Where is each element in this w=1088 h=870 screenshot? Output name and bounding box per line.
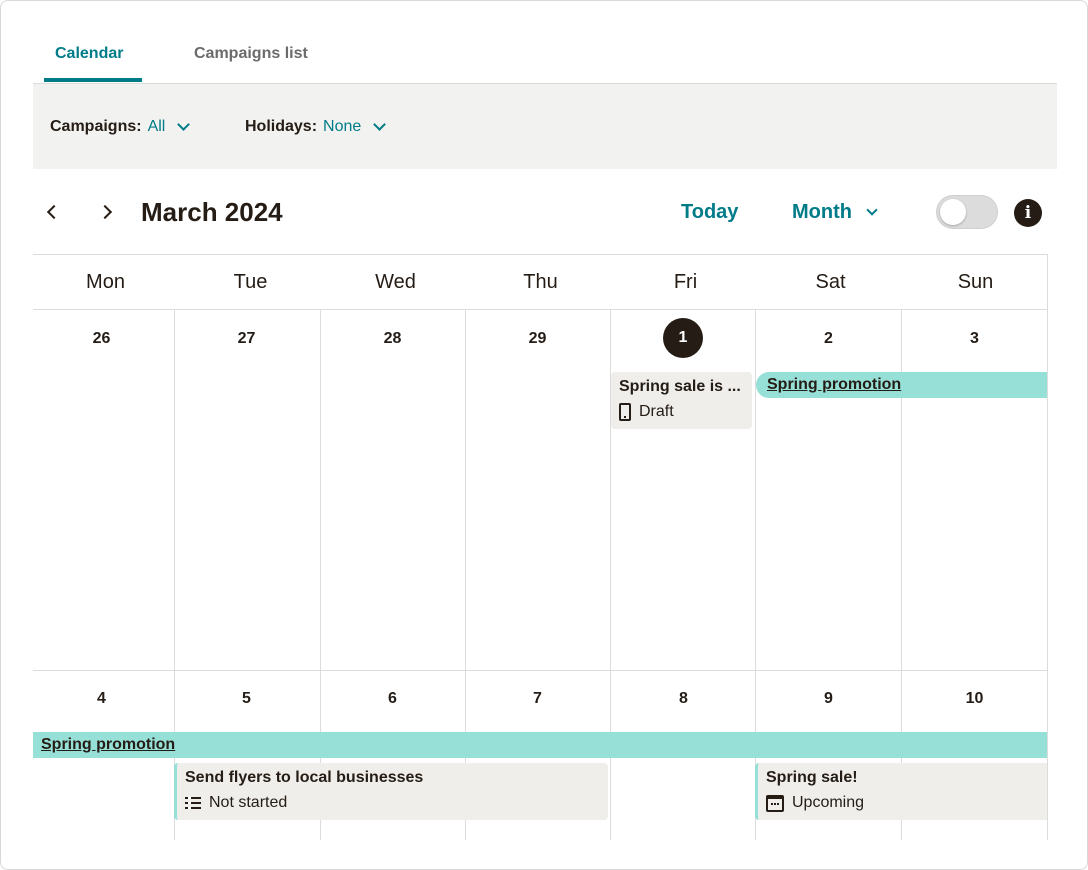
- campaign-status: Not started: [185, 794, 600, 812]
- weekday-sun: Sun: [957, 271, 994, 293]
- campaign-bar-label: Spring promotion: [767, 376, 902, 393]
- holidays-filter-value: None: [323, 118, 362, 135]
- today-day-number[interactable]: 1: [663, 318, 703, 358]
- holidays-filter-label: Holidays:: [245, 118, 318, 135]
- campaign-status-label: Not started: [209, 794, 288, 811]
- view-selector-label: Month: [792, 201, 852, 223]
- day-number[interactable]: 3: [902, 330, 1047, 348]
- weekday-header-row: Mon Tue Wed Thu Fri Sat Sun: [33, 255, 1047, 310]
- campaign-calendar-panel: Calendar Campaigns list Campaigns: All H…: [0, 0, 1088, 870]
- day-number[interactable]: 5: [174, 690, 319, 708]
- weekday-thu: Thu: [523, 271, 558, 293]
- campaign-status-label: Draft: [639, 403, 674, 420]
- campaign-card-spring-sale[interactable]: Spring sale! Upcoming: [755, 763, 1047, 820]
- weekday-fri: Fri: [673, 271, 698, 293]
- day-number[interactable]: 7: [465, 690, 610, 708]
- today-button[interactable]: Today: [681, 201, 738, 224]
- day-number[interactable]: 27: [174, 330, 319, 348]
- day-divider: [174, 310, 175, 840]
- next-month-button[interactable]: [95, 200, 119, 224]
- weekday-tue: Tue: [233, 271, 268, 293]
- campaign-bar-label: Spring promotion: [41, 736, 176, 753]
- calendar-icon: [766, 794, 784, 812]
- campaigns-filter-dropdown[interactable]: Campaigns: All: [50, 118, 191, 136]
- campaigns-filter-label: Campaigns:: [50, 118, 142, 135]
- weekday-sat: Sat: [815, 271, 846, 293]
- campaign-title: Spring sale is ...: [619, 378, 741, 395]
- chevron-down-icon: [177, 118, 191, 131]
- chevron-down-icon: [866, 204, 878, 216]
- day-number[interactable]: 6: [320, 690, 465, 708]
- list-icon: [185, 796, 201, 810]
- campaign-title: Send flyers to local businesses: [185, 769, 424, 786]
- chevron-down-icon: [373, 118, 387, 131]
- tab-calendar[interactable]: Calendar: [55, 45, 123, 63]
- day-number[interactable]: 8: [611, 690, 756, 708]
- day-number[interactable]: 4: [33, 690, 174, 708]
- campaign-bar-spring-promotion[interactable]: Spring promotion: [756, 372, 1047, 398]
- campaigns-filter-value: All: [147, 118, 166, 135]
- tab-campaigns-list[interactable]: Campaigns list: [194, 45, 308, 63]
- previous-month-button[interactable]: [39, 200, 63, 224]
- holidays-filter-dropdown[interactable]: Holidays: None: [245, 118, 387, 136]
- campaign-title: Spring sale!: [766, 769, 858, 786]
- weekday-mon: Mon: [86, 271, 125, 293]
- display-toggle[interactable]: [936, 195, 998, 229]
- weekday-wed: Wed: [375, 271, 416, 293]
- phone-icon: [619, 403, 631, 421]
- toggle-knob: [940, 199, 966, 225]
- campaign-status: Upcoming: [766, 794, 1040, 812]
- day-divider: [320, 310, 321, 840]
- campaign-bar-spring-promotion[interactable]: Spring promotion: [33, 732, 1047, 758]
- day-number[interactable]: 9: [756, 690, 901, 708]
- campaign-status: Draft: [619, 403, 744, 421]
- day-number[interactable]: 28: [320, 330, 465, 348]
- campaign-status-label: Upcoming: [792, 794, 865, 811]
- calendar-grid: Mon Tue Wed Thu Fri Sat Sun 26 27 28 29 …: [33, 254, 1048, 840]
- campaign-card-spring-sale-draft[interactable]: Spring sale is ... Draft: [611, 372, 752, 429]
- day-number[interactable]: 2: [756, 330, 901, 348]
- week-divider: [33, 670, 1047, 671]
- filter-bar: Campaigns: All Holidays: None: [33, 84, 1057, 169]
- info-icon[interactable]: i: [1014, 199, 1042, 227]
- day-number[interactable]: 26: [33, 330, 174, 348]
- view-selector-dropdown[interactable]: Month: [792, 201, 878, 224]
- month-title: March 2024: [141, 197, 283, 227]
- campaign-card-send-flyers[interactable]: Send flyers to local businesses Not star…: [174, 763, 608, 820]
- active-tab-indicator: [44, 78, 142, 82]
- day-number[interactable]: 29: [465, 330, 610, 348]
- day-divider: [465, 310, 466, 840]
- tab-bar: Calendar Campaigns list: [33, 1, 1057, 84]
- day-number[interactable]: 10: [902, 690, 1047, 708]
